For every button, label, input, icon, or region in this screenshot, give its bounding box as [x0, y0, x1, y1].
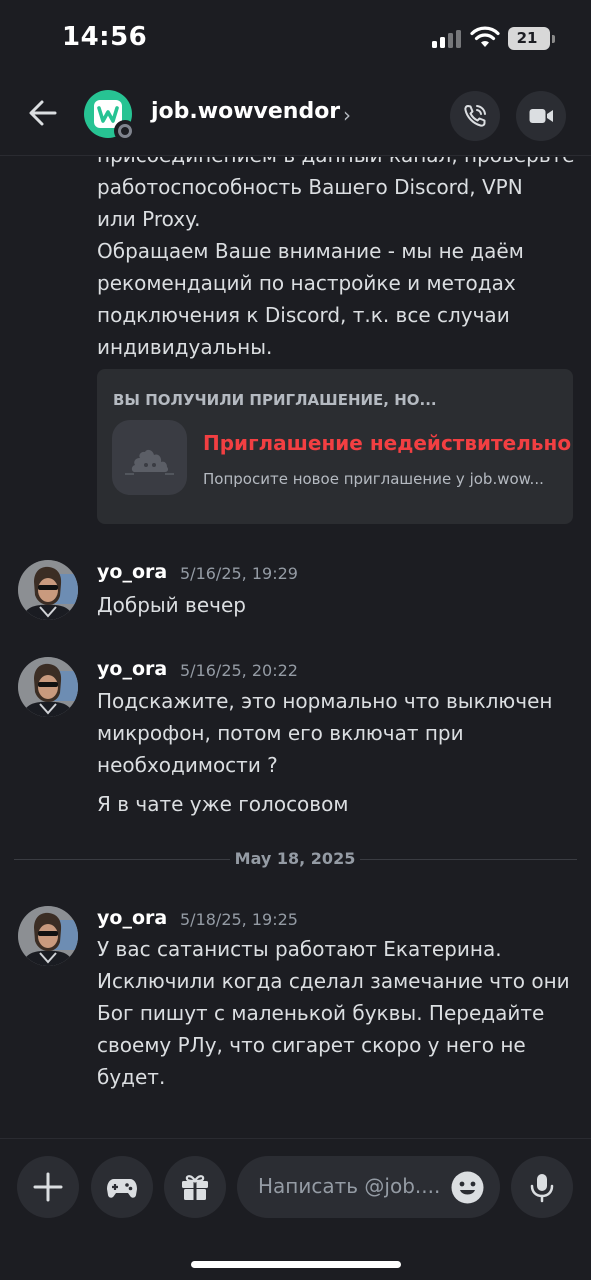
emoji-icon[interactable] [450, 1170, 485, 1205]
battery-icon: 21 [508, 27, 555, 50]
invite-subtitle: Попросите новое приглашение у job.wow... [203, 470, 544, 488]
voice-message-button[interactable] [511, 1156, 573, 1218]
message-line: Обращаем Ваше внимание - мы не даём [97, 239, 524, 263]
message-line: У вас сатанисты работают Екатерина. [97, 937, 502, 961]
message-timestamp: 5/16/25, 19:29 [180, 564, 298, 583]
message-list[interactable]: присоединением в данный канал, проверьте… [0, 157, 591, 1137]
plus-icon [33, 1172, 63, 1202]
channel-name[interactable]: job.wowvendor [151, 99, 340, 124]
status-time: 14:56 [62, 22, 148, 52]
message-line: Бог пишут с маленькой буквы. Передайте [97, 1001, 545, 1025]
message-author[interactable]: yo_ora [97, 907, 167, 929]
channel-header: job.wowvendor › [0, 80, 591, 156]
message-line: будет. [97, 1065, 166, 1089]
video-camera-icon [529, 109, 553, 123]
user-avatar[interactable] [18, 657, 78, 717]
message-line: подключения к Discord, т.к. все случаи [97, 303, 510, 327]
date-divider-label: May 18, 2025 [230, 849, 360, 868]
attach-button[interactable] [17, 1156, 79, 1218]
battery-level: 21 [516, 29, 538, 47]
home-indicator[interactable] [191, 1261, 401, 1268]
back-button[interactable] [26, 96, 60, 130]
cellular-signal-icon [432, 30, 462, 48]
message-input[interactable]: Написать @job.... [237, 1156, 500, 1218]
user-avatar[interactable] [18, 560, 78, 620]
message-timestamp: 5/18/25, 19:25 [180, 910, 298, 929]
message-timestamp: 5/16/25, 20:22 [180, 661, 298, 680]
invite-heading: ВЫ ПОЛУЧИЛИ ПРИГЛАШЕНИЕ, НО... [113, 391, 437, 409]
message-author[interactable]: yo_ora [97, 658, 167, 680]
message-line: Добрый вечер [97, 593, 246, 617]
message-line: или Proxy. [97, 207, 201, 231]
message-line: рекомендаций по настройке и методах [97, 271, 516, 295]
message-text: Я в чате уже голосовом [97, 792, 349, 816]
status-bar: 14:56 21 [0, 0, 591, 80]
message-text: Добрый вечер [97, 589, 577, 621]
message-line: своему РЛу, что сигарет скоро у него не [97, 1033, 526, 1057]
invite-title: Приглашение недействительно [203, 431, 572, 455]
invite-card[interactable]: ВЫ ПОЛУЧИЛИ ПРИГЛАШЕНИЕ, НО... Приглашен… [97, 369, 573, 524]
offline-status-icon [114, 120, 136, 142]
message-line: работоспособность Вашего Discord, VPN [97, 175, 523, 199]
message-author[interactable]: yo_ora [97, 561, 167, 583]
message-line: Подскажите, это нормально что выключен [97, 689, 553, 713]
partial-message-text: присоединением в данный канал, проверьте… [97, 157, 577, 363]
invalid-invite-icon [112, 420, 187, 495]
message-line: Исключили когда сделал замечание что они [97, 969, 570, 993]
gift-icon [182, 1175, 208, 1200]
wifi-icon [470, 25, 500, 53]
video-call-button[interactable] [516, 91, 566, 141]
message-text: У вас сатанисты работают Екатерина. Искл… [97, 933, 577, 1093]
microphone-icon [530, 1174, 554, 1203]
arrow-left-icon [29, 100, 57, 126]
message-line: микрофон, потом его включат при [97, 721, 464, 745]
gamepad-icon [107, 1179, 137, 1198]
activities-button[interactable] [91, 1156, 153, 1218]
chevron-right-icon[interactable]: › [343, 103, 351, 127]
phone-call-icon [464, 105, 486, 127]
message-input-placeholder: Написать @job.... [258, 1174, 441, 1198]
message-composer: Написать @job.... [0, 1138, 591, 1238]
message-line: присоединением в данный канал, проверьте [97, 157, 577, 171]
message-text: Подскажите, это нормально что выключен м… [97, 685, 577, 781]
message-line: необходимости ? [97, 753, 278, 777]
user-avatar[interactable] [18, 906, 78, 966]
voice-call-button[interactable] [450, 91, 500, 141]
gift-button[interactable] [164, 1156, 226, 1218]
message-line: индивидуальны. [97, 335, 273, 359]
